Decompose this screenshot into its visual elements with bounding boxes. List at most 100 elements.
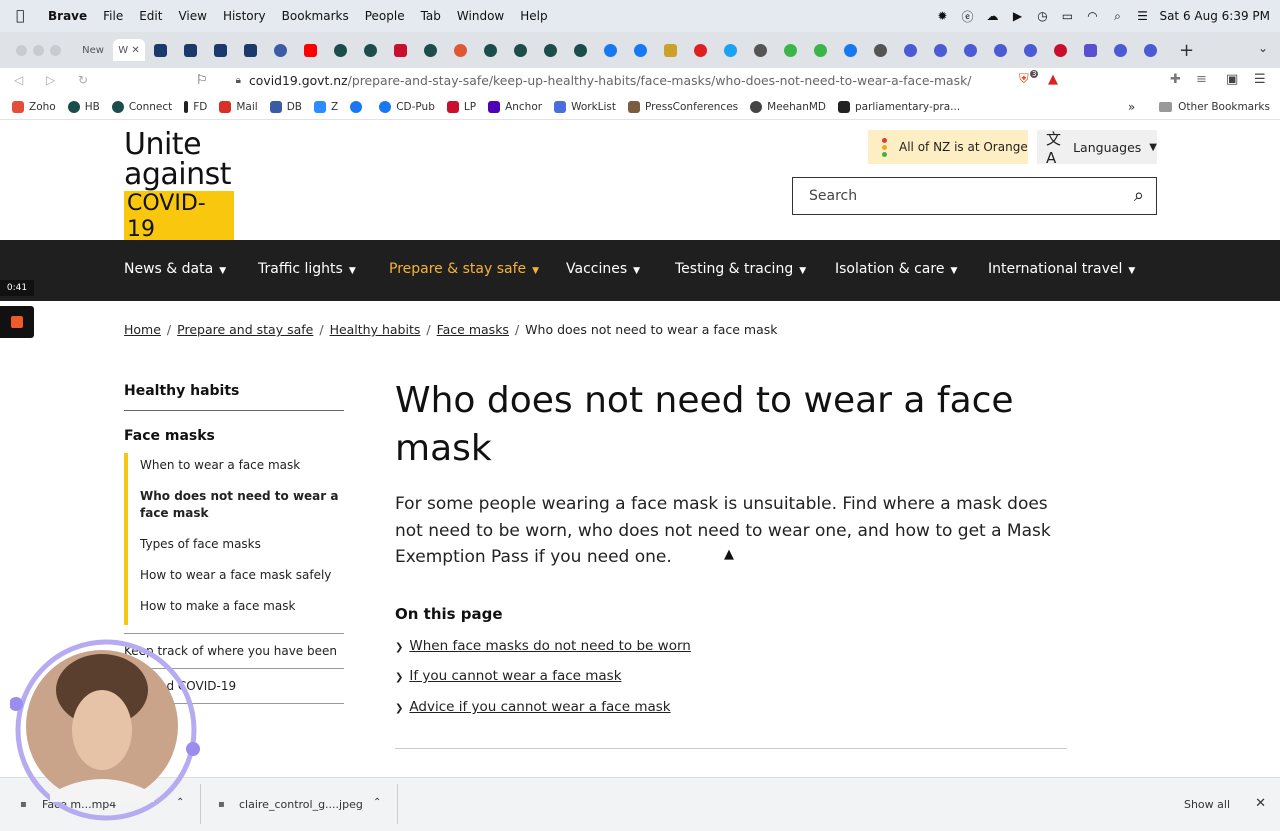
languages-button[interactable]: 文A Languages ▼	[1037, 130, 1157, 167]
tab[interactable]	[655, 39, 685, 61]
spotlight-search-icon[interactable]: ⌕	[1109, 8, 1125, 24]
bookmark-anchor[interactable]: Anchor	[488, 100, 542, 113]
site-search-input[interactable]: Search ⌕	[792, 177, 1157, 215]
search-icon[interactable]: ⌕	[1134, 185, 1144, 206]
menu-file[interactable]: File	[103, 9, 123, 23]
tab[interactable]	[685, 39, 715, 61]
tab[interactable]	[1135, 39, 1165, 61]
tab[interactable]	[595, 39, 625, 61]
bookmark-z[interactable]: Z	[313, 100, 338, 113]
sidebar-item-types[interactable]: Types of face masks	[140, 532, 344, 563]
menu-clock[interactable]: Sat 6 Aug 6:39 PM	[1159, 9, 1270, 23]
tab[interactable]	[535, 39, 565, 61]
tab[interactable]	[1015, 39, 1045, 61]
forward-icon[interactable]: ▷	[46, 73, 64, 87]
bookmark-cd-pub[interactable]: CD-Pub	[379, 100, 435, 113]
menu-help[interactable]: Help	[520, 9, 547, 23]
lock-icon[interactable]: 🔒︎	[236, 75, 241, 86]
bookmark-pressconferences[interactable]: PressConferences	[628, 100, 738, 113]
minimize-window-icon[interactable]	[33, 44, 44, 56]
menu-app-name[interactable]: Brave	[48, 9, 87, 23]
webcam-handle-icon[interactable]	[186, 742, 200, 756]
menu-icon[interactable]: ☰	[1254, 72, 1266, 87]
alert-level-banner[interactable]: All of NZ is at Orange	[868, 130, 1028, 164]
menu-people[interactable]: People	[365, 9, 405, 23]
brave-rewards-icon[interactable]: ▲	[1048, 72, 1058, 87]
stop-recording-button[interactable]	[0, 306, 34, 338]
bookmark-fd[interactable]: FD	[184, 100, 207, 113]
sidebar-section-face-masks[interactable]: Face masks	[124, 428, 344, 444]
bookmark-worklist[interactable]: WorkList	[554, 100, 616, 113]
zoom-window-icon[interactable]	[50, 44, 61, 56]
tab[interactable]	[475, 39, 505, 61]
bookmark-meehanmd[interactable]: MeehanMD	[750, 100, 826, 113]
bookmark-icon[interactable]: ⚐	[196, 73, 208, 88]
back-icon[interactable]: ◁	[14, 73, 32, 87]
site-logo[interactable]: Unite against COVID-19	[124, 130, 234, 243]
breadcrumb-prepare[interactable]: Prepare and stay safe	[177, 322, 313, 337]
menu-tab[interactable]: Tab	[421, 9, 441, 23]
tab[interactable]	[415, 39, 445, 61]
tab-close-icon[interactable]: ✕	[131, 45, 139, 56]
nav-testing-tracing[interactable]: Testing & tracing ▼	[675, 261, 806, 277]
show-all-downloads[interactable]: Show all	[1184, 798, 1230, 811]
nav-international-travel[interactable]: International travel ▼	[988, 261, 1135, 277]
nav-traffic-lights[interactable]: Traffic lights ▼	[258, 261, 356, 277]
menu-bookmarks[interactable]: Bookmarks	[282, 9, 349, 23]
menu-edit[interactable]: Edit	[139, 9, 162, 23]
bookmark-facebook[interactable]	[350, 100, 367, 113]
nav-prepare-stay-safe[interactable]: Prepare & stay safe ▼	[389, 261, 539, 277]
control-center-icon[interactable]: ☰	[1134, 8, 1150, 24]
time-machine-icon[interactable]: ◷	[1034, 8, 1050, 24]
breadcrumb-healthy-habits[interactable]: Healthy habits	[330, 322, 421, 337]
brightness-icon[interactable]: ✹	[934, 8, 950, 24]
sidebar-item-make-mask[interactable]: How to make a face mask	[140, 594, 344, 625]
tab[interactable]	[145, 39, 175, 61]
webcam-overlay[interactable]	[10, 634, 202, 826]
tab[interactable]	[295, 39, 325, 61]
tab[interactable]	[955, 39, 985, 61]
wifi-icon[interactable]: ◠	[1084, 8, 1100, 24]
breadcrumb-home[interactable]: Home	[124, 322, 161, 337]
tab[interactable]	[505, 39, 535, 61]
nav-vaccines[interactable]: Vaccines ▼	[566, 261, 640, 277]
address-bar[interactable]: covid19.govt.nz/prepare-and-stay-safe/ke…	[249, 73, 971, 88]
wallet-icon[interactable]: ▣	[1226, 72, 1238, 87]
tab[interactable]	[805, 39, 835, 61]
bookmark-lp[interactable]: LP	[446, 100, 476, 113]
tab[interactable]	[745, 39, 775, 61]
on-page-link-advice[interactable]: ❯ Advice if you cannot wear a face mask	[395, 699, 671, 715]
sidebar-item-wear-safely[interactable]: How to wear a face mask safely	[140, 563, 344, 594]
tab[interactable]	[235, 39, 265, 61]
tab[interactable]	[355, 39, 385, 61]
new-tab-button[interactable]: +	[1179, 40, 1194, 61]
close-window-icon[interactable]	[16, 44, 27, 56]
extension-e-icon[interactable]: ⓔ	[959, 8, 975, 24]
close-icon[interactable]: ✕	[1255, 796, 1266, 811]
tab[interactable]	[565, 39, 595, 61]
other-bookmarks[interactable]: » Other Bookmarks	[1128, 100, 1270, 114]
tab[interactable]	[1075, 39, 1105, 61]
cloud-icon[interactable]: ☁	[984, 8, 1000, 24]
bookmarks-overflow-icon[interactable]: »	[1128, 100, 1135, 114]
tab[interactable]	[1045, 39, 1075, 61]
bookmark-zoho[interactable]: Zoho	[12, 100, 56, 113]
tab[interactable]	[265, 39, 295, 61]
playlist-icon[interactable]: ≡	[1196, 72, 1207, 87]
menu-view[interactable]: View	[178, 9, 206, 23]
sidebar-heading[interactable]: Healthy habits	[124, 383, 344, 411]
tab[interactable]	[625, 39, 655, 61]
tab-new[interactable]: New	[73, 39, 113, 61]
bookmark-hb[interactable]: HB	[67, 100, 100, 113]
breadcrumb-face-masks[interactable]: Face masks	[437, 322, 509, 337]
tab[interactable]	[175, 39, 205, 61]
tab[interactable]	[715, 39, 745, 61]
sidebar-item-when-to-wear[interactable]: When to wear a face mask	[140, 453, 344, 484]
download-item-jpeg[interactable]: claire_control_g....jpeg	[239, 798, 363, 811]
bookmark-connect[interactable]: Connect	[111, 100, 172, 113]
on-page-link-cannot-wear[interactable]: ❯ If you cannot wear a face mask	[395, 668, 622, 684]
tab[interactable]	[775, 39, 805, 61]
tab[interactable]	[925, 39, 955, 61]
tab[interactable]	[1105, 39, 1135, 61]
apple-icon[interactable]: 	[16, 8, 32, 24]
